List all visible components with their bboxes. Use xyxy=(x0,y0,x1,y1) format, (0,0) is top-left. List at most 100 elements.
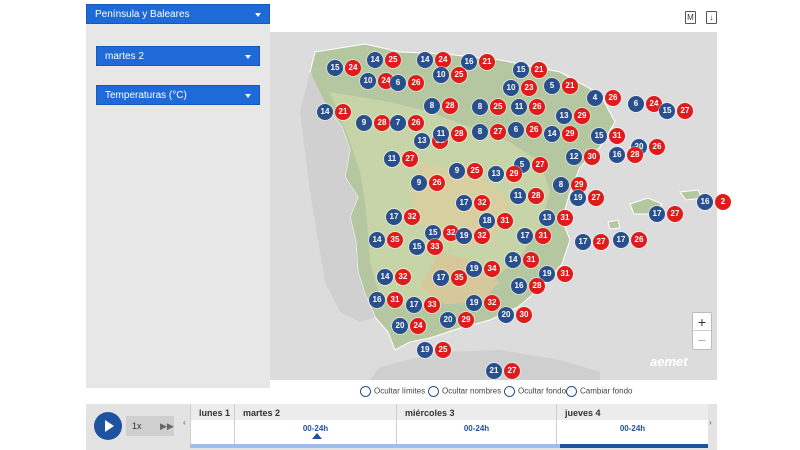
max-temperature-marker[interactable]: 26 xyxy=(408,75,424,91)
max-temperature-marker[interactable]: 28 xyxy=(627,147,643,163)
min-temperature-marker[interactable]: 14 xyxy=(317,104,333,120)
min-temperature-marker[interactable]: 21 xyxy=(486,363,502,379)
min-temperature-marker[interactable]: 13 xyxy=(414,133,430,149)
min-temperature-marker[interactable]: 14 xyxy=(369,232,385,248)
min-temperature-marker[interactable]: 16 xyxy=(609,147,625,163)
min-temperature-marker[interactable]: 14 xyxy=(417,52,433,68)
min-temperature-marker[interactable]: 17 xyxy=(575,234,591,250)
min-temperature-marker[interactable]: 9 xyxy=(356,115,372,131)
min-temperature-marker[interactable]: 15 xyxy=(513,62,529,78)
min-temperature-marker[interactable]: 18 xyxy=(479,213,495,229)
max-temperature-marker[interactable]: 28 xyxy=(442,98,458,114)
min-temperature-marker[interactable]: 6 xyxy=(628,96,644,112)
max-temperature-marker[interactable]: 32 xyxy=(484,295,500,311)
min-temperature-marker[interactable]: 15 xyxy=(591,128,607,144)
scroll-right-icon[interactable]: › xyxy=(709,418,712,427)
max-temperature-marker[interactable]: 31 xyxy=(557,266,573,282)
min-temperature-marker[interactable]: 11 xyxy=(511,99,527,115)
max-temperature-marker[interactable]: 27 xyxy=(593,234,609,250)
min-temperature-marker[interactable]: 17 xyxy=(517,228,533,244)
min-temperature-marker[interactable]: 8 xyxy=(553,177,569,193)
metadata-icon[interactable]: M xyxy=(685,11,696,24)
min-temperature-marker[interactable]: 16 xyxy=(697,194,713,210)
min-temperature-marker[interactable]: 15 xyxy=(409,239,425,255)
max-temperature-marker[interactable]: 25 xyxy=(385,52,401,68)
max-temperature-marker[interactable]: 29 xyxy=(574,108,590,124)
download-icon[interactable]: ↓ xyxy=(706,11,717,24)
min-temperature-marker[interactable]: 20 xyxy=(498,307,514,323)
scrollbar-thumb[interactable] xyxy=(560,444,708,448)
max-temperature-marker[interactable]: 32 xyxy=(404,209,420,225)
max-temperature-marker[interactable]: 29 xyxy=(506,166,522,182)
min-temperature-marker[interactable]: 19 xyxy=(456,228,472,244)
day-dropdown[interactable]: martes 2 xyxy=(96,46,260,66)
max-temperature-marker[interactable]: 25 xyxy=(467,163,483,179)
option-hide-background[interactable]: Ocultar fondo xyxy=(504,386,566,397)
max-temperature-marker[interactable]: 35 xyxy=(451,270,467,286)
min-temperature-marker[interactable]: 17 xyxy=(649,206,665,222)
min-temperature-marker[interactable]: 17 xyxy=(456,195,472,211)
scroll-left-icon[interactable]: ‹ xyxy=(183,418,186,427)
max-temperature-marker[interactable]: 26 xyxy=(526,122,542,138)
min-temperature-marker[interactable]: 10 xyxy=(360,73,376,89)
map-view[interactable]: + − aemet xyxy=(270,32,717,380)
option-change-background[interactable]: Cambiar fondo xyxy=(566,386,632,397)
max-temperature-marker[interactable]: 21 xyxy=(531,62,547,78)
min-temperature-marker[interactable]: 16 xyxy=(511,278,527,294)
min-temperature-marker[interactable]: 17 xyxy=(406,297,422,313)
min-temperature-marker[interactable]: 7 xyxy=(390,115,406,131)
max-temperature-marker[interactable]: 21 xyxy=(479,54,495,70)
max-temperature-marker[interactable]: 28 xyxy=(529,278,545,294)
zoom-out-button[interactable]: − xyxy=(693,331,711,349)
max-temperature-marker[interactable]: 30 xyxy=(584,149,600,165)
max-temperature-marker[interactable]: 26 xyxy=(631,232,647,248)
max-temperature-marker[interactable]: 31 xyxy=(387,292,403,308)
min-temperature-marker[interactable]: 6 xyxy=(390,75,406,91)
region-dropdown[interactable]: Península y Baleares xyxy=(86,4,270,24)
min-temperature-marker[interactable]: 13 xyxy=(539,210,555,226)
max-temperature-marker[interactable]: 26 xyxy=(429,175,445,191)
max-temperature-marker[interactable]: 25 xyxy=(451,67,467,83)
min-temperature-marker[interactable]: 16 xyxy=(369,292,385,308)
max-temperature-marker[interactable]: 2 xyxy=(715,194,731,210)
max-temperature-marker[interactable]: 21 xyxy=(562,78,578,94)
max-temperature-marker[interactable]: 28 xyxy=(528,188,544,204)
max-temperature-marker[interactable]: 29 xyxy=(562,126,578,142)
max-temperature-marker[interactable]: 26 xyxy=(605,90,621,106)
min-temperature-marker[interactable]: 11 xyxy=(433,126,449,142)
min-temperature-marker[interactable]: 10 xyxy=(433,67,449,83)
max-temperature-marker[interactable]: 32 xyxy=(474,228,490,244)
max-temperature-marker[interactable]: 32 xyxy=(474,195,490,211)
min-temperature-marker[interactable]: 10 xyxy=(503,80,519,96)
min-temperature-marker[interactable]: 9 xyxy=(449,163,465,179)
min-temperature-marker[interactable]: 6 xyxy=(508,122,524,138)
play-button[interactable] xyxy=(94,412,122,440)
option-hide-names[interactable]: Ocultar nombres xyxy=(428,386,501,397)
fast-forward-icon[interactable]: ▶▶ xyxy=(160,416,174,436)
min-temperature-marker[interactable]: 19 xyxy=(570,190,586,206)
max-temperature-marker[interactable]: 29 xyxy=(458,312,474,328)
timeline-scrollbar[interactable] xyxy=(190,444,708,448)
min-temperature-marker[interactable]: 11 xyxy=(510,188,526,204)
min-temperature-marker[interactable]: 5 xyxy=(544,78,560,94)
max-temperature-marker[interactable]: 30 xyxy=(516,307,532,323)
min-temperature-marker[interactable]: 19 xyxy=(417,342,433,358)
max-temperature-marker[interactable]: 35 xyxy=(387,232,403,248)
max-temperature-marker[interactable]: 28 xyxy=(451,126,467,142)
variable-dropdown[interactable]: Temperaturas (°C) xyxy=(96,85,260,105)
min-temperature-marker[interactable]: 13 xyxy=(488,166,504,182)
max-temperature-marker[interactable]: 25 xyxy=(490,99,506,115)
max-temperature-marker[interactable]: 25 xyxy=(435,342,451,358)
min-temperature-marker[interactable]: 19 xyxy=(466,261,482,277)
max-temperature-marker[interactable]: 26 xyxy=(408,115,424,131)
min-temperature-marker[interactable]: 19 xyxy=(466,295,482,311)
max-temperature-marker[interactable]: 31 xyxy=(497,213,513,229)
min-temperature-marker[interactable]: 11 xyxy=(384,151,400,167)
min-temperature-marker[interactable]: 17 xyxy=(613,232,629,248)
min-temperature-marker[interactable]: 13 xyxy=(556,108,572,124)
max-temperature-marker[interactable]: 27 xyxy=(677,103,693,119)
min-temperature-marker[interactable]: 20 xyxy=(440,312,456,328)
timeline-day-1[interactable]: lunes 1 xyxy=(190,404,234,444)
max-temperature-marker[interactable]: 34 xyxy=(484,261,500,277)
min-temperature-marker[interactable]: 9 xyxy=(411,175,427,191)
